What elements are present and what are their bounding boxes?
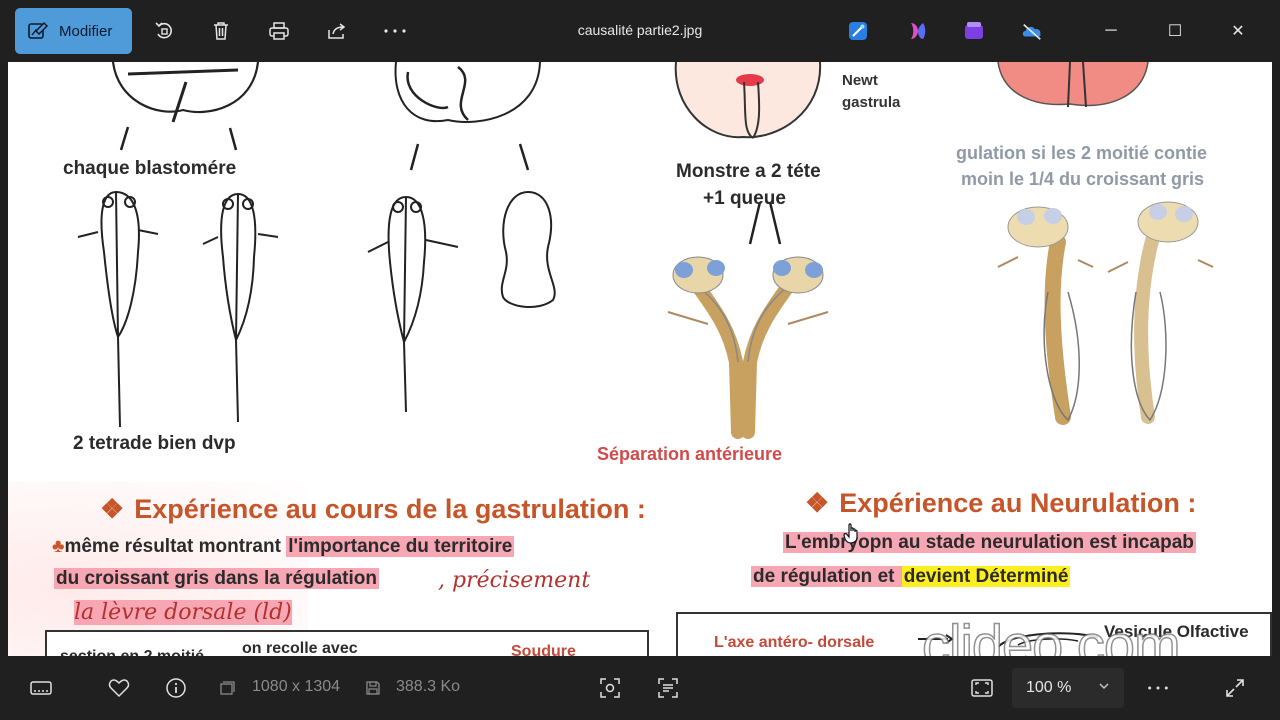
chevron-down-icon xyxy=(1099,683,1109,690)
text-scan-icon[interactable] xyxy=(656,676,680,700)
handwritten-levre-dorsale: la lèvre dorsale (ld) xyxy=(74,600,292,625)
diamond-bullet-icon: ❖ xyxy=(805,488,830,518)
fit-to-window-icon[interactable] xyxy=(970,676,994,700)
visual-search-icon[interactable] xyxy=(598,676,622,700)
bottom-toolbar: 1080 x 1304 388.3 Ko 100 % xyxy=(0,656,1280,720)
print-icon[interactable] xyxy=(266,18,292,44)
minimize-button[interactable]: ─ xyxy=(1091,14,1131,48)
label-tetrade: 2 tetrade bien dvp xyxy=(73,433,236,454)
trash-icon[interactable] xyxy=(208,18,234,44)
zoom-dropdown[interactable]: 100 % xyxy=(1012,668,1124,708)
label-monstre-line1: Monstre a 2 téte xyxy=(676,161,821,182)
clipchamp-icon[interactable] xyxy=(963,20,985,42)
favorite-heart-icon[interactable] xyxy=(107,676,131,700)
designer-icon[interactable] xyxy=(847,20,869,42)
edit-image-icon xyxy=(28,21,49,39)
info-icon[interactable] xyxy=(164,676,188,700)
rotate-icon[interactable] xyxy=(151,18,177,44)
heading-neurulation: ❖ Expérience au Neurulation : xyxy=(805,488,1197,518)
copilot-icon[interactable] xyxy=(906,20,928,42)
more-options-icon[interactable] xyxy=(1146,676,1170,700)
embryo-drawings xyxy=(77,62,1214,439)
share-icon[interactable] xyxy=(324,18,350,44)
label-blastomere: chaque blastomére xyxy=(63,158,237,179)
label-gastrula: gastrula xyxy=(842,94,901,111)
maximize-button[interactable]: ☐ xyxy=(1155,14,1195,48)
box-left-col1: section en 2 moitié xyxy=(60,648,204,656)
close-button[interactable]: ✕ xyxy=(1218,14,1258,48)
diamond-bullet-icon: ❖ xyxy=(100,494,125,524)
photos-app-window: Modifier causalité partie2.jpg ─ ☐ ✕ cha… xyxy=(0,0,1280,720)
neurulation-line2: de régulation et devient Déterminé xyxy=(751,566,1071,587)
file-size: 388.3 Ko xyxy=(396,678,461,695)
zoom-value: 100 % xyxy=(1026,679,1072,696)
image-canvas[interactable]: chaque blastomére 2 tetrade bien dvp New… xyxy=(8,62,1272,656)
save-disk-icon xyxy=(364,676,382,700)
gastrulation-line1: ♣même résultat montrant l'importance du … xyxy=(52,536,515,557)
hand-cursor-icon xyxy=(843,523,858,544)
box-right-axis: L'axe antéro- dorsale xyxy=(714,634,875,651)
image-dimensions: 1080 x 1304 xyxy=(252,678,341,695)
box-left-col3: Soudure xyxy=(511,643,576,656)
edit-button[interactable]: Modifier xyxy=(15,8,132,54)
filmstrip-icon[interactable] xyxy=(29,676,53,700)
box-left-col2: on recolle avec xyxy=(242,640,358,656)
label-regulation-line1: gulation si les 2 moitié contie xyxy=(956,143,1208,163)
label-separation: Séparation antérieure xyxy=(597,444,783,464)
image-size-icon xyxy=(218,676,236,700)
handwritten-precisement: , précisement xyxy=(438,568,591,593)
heading-gastrulation: ❖ Expérience au cours de la gastrulation … xyxy=(100,494,646,524)
onedrive-icon[interactable] xyxy=(1021,20,1043,42)
full-screen-icon[interactable] xyxy=(1223,676,1247,700)
window-title: causalité partie2.jpg xyxy=(577,22,703,38)
edit-button-label: Modifier xyxy=(59,22,113,40)
title-bar: Modifier causalité partie2.jpg ─ ☐ ✕ xyxy=(0,0,1280,62)
more-icon[interactable] xyxy=(382,18,408,44)
label-regulation-line2: moin le 1/4 du croissant gris xyxy=(961,169,1205,189)
label-newt: Newt xyxy=(842,72,878,89)
bullet-icon: ♣ xyxy=(52,536,65,557)
gastrulation-line2: du croissant gris dans la régulation xyxy=(54,568,379,589)
label-monstre-line2: +1 queue xyxy=(703,188,786,209)
